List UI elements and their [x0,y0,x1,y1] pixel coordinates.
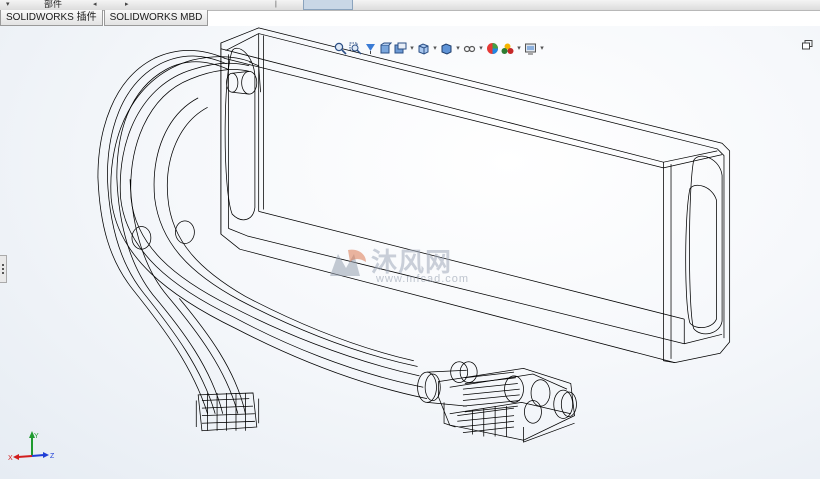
previous-view-icon[interactable] [363,40,378,56]
triad-z-label: Z [50,453,55,460]
grip-dot-icon [2,272,4,274]
triad-x-label: X [8,455,13,462]
back-arrow-icon[interactable]: ◂ [93,1,97,8]
apply-scene-icon[interactable] [500,40,515,56]
side-panel-expand-handle[interactable] [0,255,7,283]
display-style-icon[interactable] [439,40,454,56]
hide-show-items-icon[interactable] [462,40,477,56]
separator-icon: | [275,1,277,8]
edit-appearance-icon[interactable] [485,40,500,56]
view-orientation-dropdown-icon[interactable]: ▾ [408,40,416,56]
graphics-area[interactable]: 沐风网 www.mfcad.com ▾ ▾ ▾ ▾ ▾ ▾ Y X Z [0,26,820,479]
dynamic-annotation-view-icon[interactable] [393,40,408,56]
window-restore-icon[interactable] [801,39,814,51]
dropdown-arrow-icon[interactable]: ▾ [6,1,10,8]
triad-z-axis [31,454,45,457]
grip-dot-icon [2,264,4,266]
section-view-icon[interactable] [378,40,393,56]
view-orientation-icon[interactable] [416,40,431,56]
tab-part[interactable]: 部件 [44,0,62,10]
forward-arrow-icon[interactable]: ▸ [125,1,129,8]
mfcad-logo-icon [330,249,366,276]
hide-show-dropdown-icon[interactable]: ▾ [454,40,462,56]
heads-up-view-toolbar: ▾ ▾ ▾ ▾ ▾ ▾ [333,39,546,57]
zoom-to-fit-icon[interactable] [333,40,348,56]
grip-dot-icon [2,268,4,270]
apply-scene-dropdown-icon[interactable]: ▾ [515,40,523,56]
watermark-url-text: www.mfcad.com [376,273,470,285]
tab-solidworks-addins[interactable]: SOLIDWORKS 插件 [0,10,103,26]
triad-z-arrow-icon [43,452,49,458]
selected-command-tab[interactable] [303,0,353,10]
watermark: 沐风网 www.mfcad.com [328,242,498,292]
view-settings-icon[interactable] [523,40,538,56]
addin-tab-bar: SOLIDWORKS 插件 SOLIDWORKS MBD [0,10,209,26]
hide-show-items-dropdown-icon[interactable]: ▾ [477,40,485,56]
zoom-to-area-icon[interactable] [348,40,363,56]
triad-x-axis [17,455,33,458]
tab-solidworks-mbd[interactable]: SOLIDWORKS MBD [103,10,209,26]
reference-triad: Y X Z [8,431,55,462]
display-style-dropdown-icon[interactable]: ▾ [431,40,439,56]
triad-y-label: Y [34,433,39,440]
triad-x-arrow-icon [13,454,19,460]
view-settings-dropdown-icon[interactable]: ▾ [538,40,546,56]
